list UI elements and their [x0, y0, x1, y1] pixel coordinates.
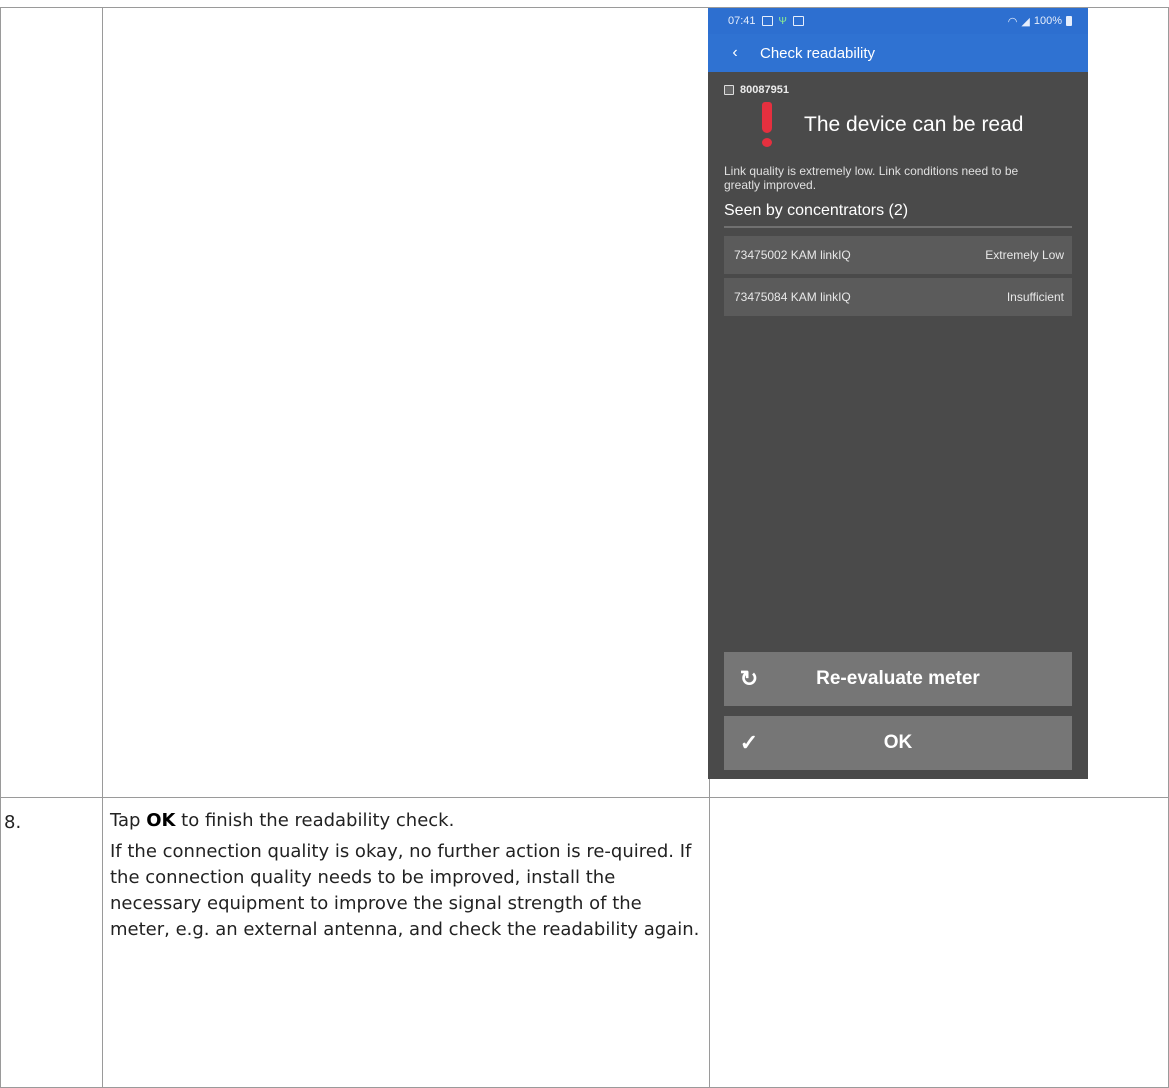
link-quality-description: Link quality is extremely low. Link cond…: [724, 164, 1019, 192]
instruction-prefix: Tap: [110, 810, 147, 831]
step-number: 8.: [4, 812, 22, 833]
status-bar: 07:41 Ψ ◠ ◢ 100%: [708, 8, 1088, 34]
concentrators-header: Seen by concentrators (2): [724, 202, 1072, 228]
signal-icon: ◢: [1021, 15, 1030, 28]
reevaluate-label: Re-evaluate meter: [816, 668, 980, 689]
concentrator-list: 73475002 KAM linkIQ Extremely Low 734750…: [724, 236, 1072, 316]
battery-icon: [1066, 16, 1072, 26]
step-number-cell: 8.: [0, 797, 103, 1088]
ok-label: OK: [883, 732, 913, 753]
status-bar-left: 07:41 Ψ: [728, 15, 804, 27]
table-row: 8. Tap OK to finish the readability chec…: [0, 797, 1169, 1088]
battery-percent: 100%: [1033, 15, 1062, 27]
chevron-left-icon[interactable]: ‹: [708, 44, 760, 62]
step-number-cell: [0, 7, 103, 798]
step-text-cell: Tap OK to finish the readability check. …: [102, 797, 710, 1088]
exclamation-icon: [762, 102, 772, 148]
device-id: 80087951: [740, 84, 789, 96]
app-bar: ‹ Check readability: [708, 34, 1088, 72]
status-row: The device can be read: [724, 100, 1072, 150]
phone-screenshot: 07:41 Ψ ◠ ◢ 100% ‹ Check readability 800…: [708, 8, 1088, 779]
concentrator-id: 73475002 KAM linkIQ: [734, 248, 851, 262]
list-item[interactable]: 73475084 KAM linkIQ Insufficient: [724, 278, 1072, 316]
image-icon: [761, 16, 773, 26]
checkmark-icon: ✓: [739, 730, 759, 755]
list-item[interactable]: 73475002 KAM linkIQ Extremely Low: [724, 236, 1072, 274]
reevaluate-meter-button[interactable]: ↻ Re-evaluate meter: [724, 652, 1072, 706]
device-id-row: 80087951: [724, 84, 1072, 96]
instruction-ok-keyword: OK: [146, 810, 176, 831]
readability-content: 80087951 The device can be read Link qua…: [708, 84, 1088, 316]
app-bar-title: Check readability: [760, 44, 876, 62]
concentrator-id: 73475084 KAM linkIQ: [734, 290, 851, 304]
instruction-suffix: to finish the readability check.: [175, 810, 455, 831]
concentrator-quality: Insufficient: [1006, 290, 1064, 304]
status-title: The device can be read: [804, 113, 1024, 136]
concentrator-quality: Extremely Low: [985, 248, 1064, 262]
screen-icon: [792, 16, 804, 26]
wifi-icon: ◠: [1007, 15, 1018, 28]
step-text-cell: [102, 7, 710, 798]
instruction-paragraph: If the connection quality is okay, no fu…: [110, 841, 700, 940]
refresh-icon: ↻: [739, 666, 759, 691]
status-bar-right: ◠ ◢ 100%: [1008, 15, 1072, 28]
screenshot-cell: [709, 797, 1169, 1088]
antenna-icon: Ψ: [778, 15, 787, 27]
ok-button[interactable]: ✓ OK: [724, 716, 1072, 770]
step-instructions: Tap OK to finish the readability check. …: [103, 798, 709, 943]
meter-icon: [724, 85, 734, 95]
instruction-line: Tap OK to finish the readability check.: [110, 808, 701, 834]
clock: 07:41: [728, 15, 756, 27]
